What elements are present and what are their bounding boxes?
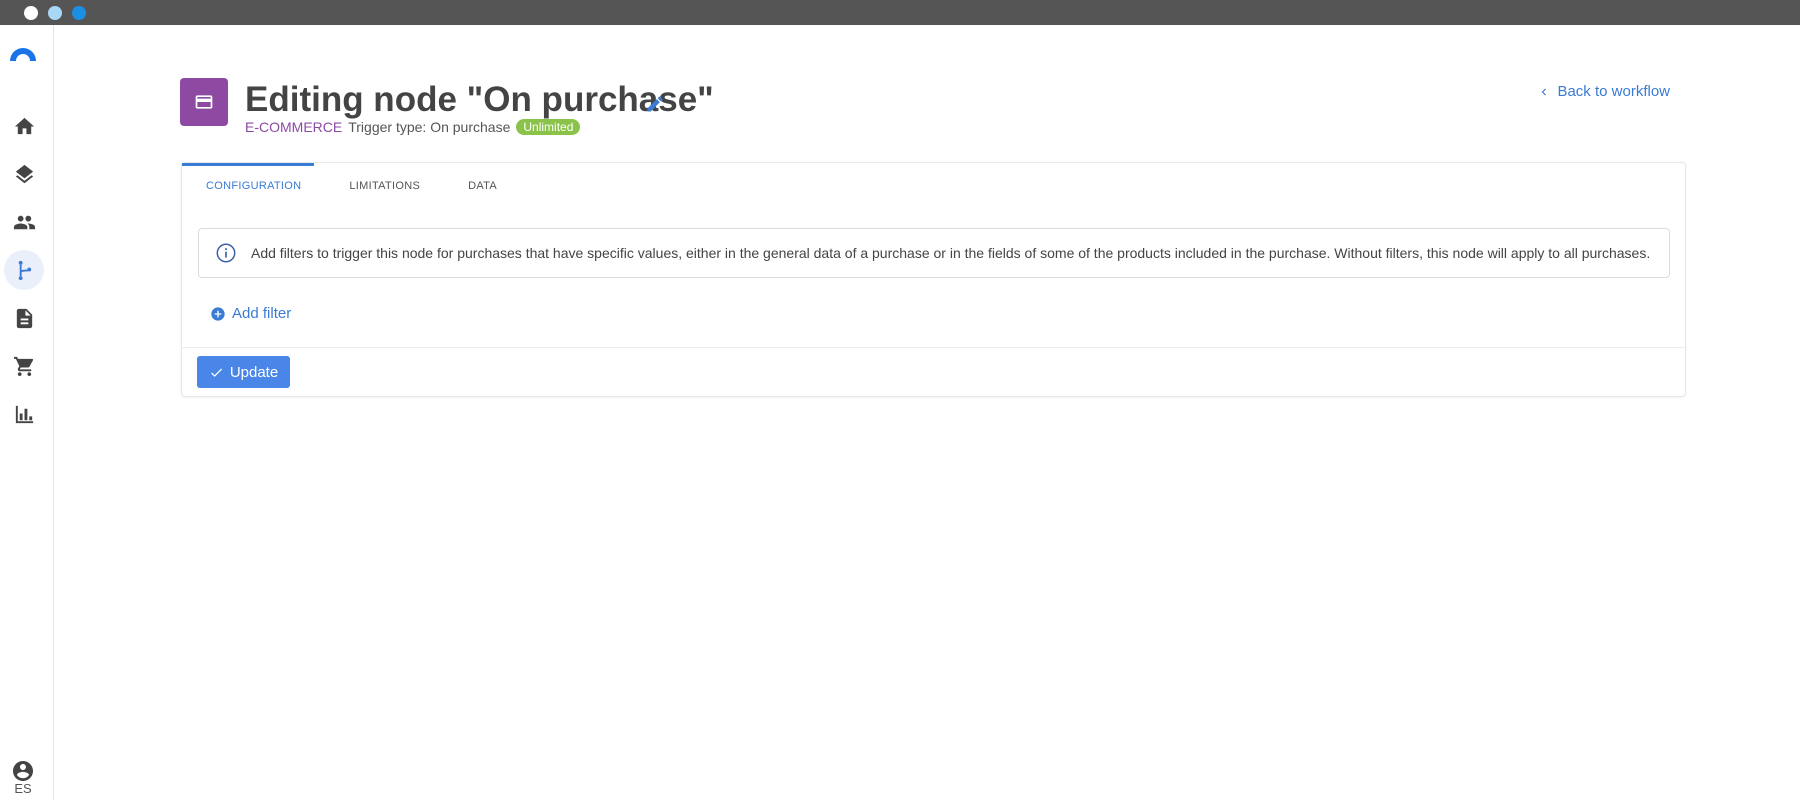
language-selector[interactable]: ES bbox=[0, 781, 46, 796]
window-titlebar bbox=[0, 0, 1800, 25]
sidebar-item-contacts[interactable] bbox=[4, 202, 44, 242]
node-type-badge bbox=[180, 78, 228, 126]
sidebar-item-workflows[interactable] bbox=[4, 250, 44, 290]
sidebar: ES bbox=[0, 25, 54, 800]
status-badge: Unlimited bbox=[516, 119, 581, 135]
page-title: Editing node "On purchase" bbox=[245, 80, 714, 119]
tab-configuration[interactable]: CONFIGURATION bbox=[206, 180, 301, 192]
sidebar-item-layers[interactable] bbox=[4, 154, 44, 194]
tab-limitations[interactable]: LIMITATIONS bbox=[349, 180, 420, 192]
node-category: E-COMMERCE bbox=[245, 119, 343, 135]
back-to-workflow-link[interactable]: Back to workflow bbox=[1537, 83, 1670, 100]
document-icon bbox=[16, 308, 32, 328]
node-editor-card: CONFIGURATION LIMITATIONS DATA Add filte… bbox=[181, 162, 1686, 397]
window-dot-2[interactable] bbox=[48, 5, 62, 20]
chevron-left-icon bbox=[1542, 88, 1547, 95]
people-icon bbox=[13, 215, 35, 229]
trigger-type: Trigger type: On purchase bbox=[348, 119, 511, 135]
credit-card-icon bbox=[195, 95, 213, 109]
add-filter-button[interactable]: Add filter bbox=[210, 305, 291, 322]
workflow-icon bbox=[18, 260, 31, 280]
home-icon bbox=[14, 117, 34, 134]
sidebar-item-home[interactable] bbox=[4, 106, 44, 146]
info-text: Add filters to trigger this node for pur… bbox=[251, 245, 1651, 261]
window-dot-3[interactable] bbox=[72, 5, 86, 20]
sidebar-item-ecommerce[interactable] bbox=[4, 346, 44, 386]
bar-chart-icon bbox=[15, 405, 33, 423]
check-icon bbox=[210, 367, 222, 377]
app-logo-icon[interactable] bbox=[8, 45, 38, 61]
info-icon bbox=[216, 243, 236, 263]
layers-icon bbox=[15, 164, 33, 183]
update-label: Update bbox=[229, 363, 279, 381]
add-filter-label: Add filter bbox=[232, 305, 292, 322]
window-dot-1[interactable] bbox=[24, 5, 38, 20]
active-tab-indicator bbox=[182, 163, 314, 166]
edit-pencil-icon[interactable] bbox=[645, 94, 665, 114]
add-circle-icon bbox=[211, 306, 225, 321]
update-button[interactable]: Update bbox=[197, 356, 290, 388]
back-link-label: Back to workflow bbox=[1557, 83, 1670, 100]
node-meta: E-COMMERCE Trigger type: On purchase Unl… bbox=[245, 119, 581, 135]
card-divider bbox=[182, 347, 1685, 348]
tab-bar: CONFIGURATION LIMITATIONS DATA bbox=[206, 180, 497, 192]
account-circle-icon bbox=[13, 761, 33, 781]
sidebar-item-templates[interactable] bbox=[4, 298, 44, 338]
info-alert: Add filters to trigger this node for pur… bbox=[198, 228, 1670, 278]
sidebar-item-reports[interactable] bbox=[4, 394, 44, 434]
tab-data[interactable]: DATA bbox=[468, 180, 497, 192]
cart-icon bbox=[13, 356, 33, 376]
